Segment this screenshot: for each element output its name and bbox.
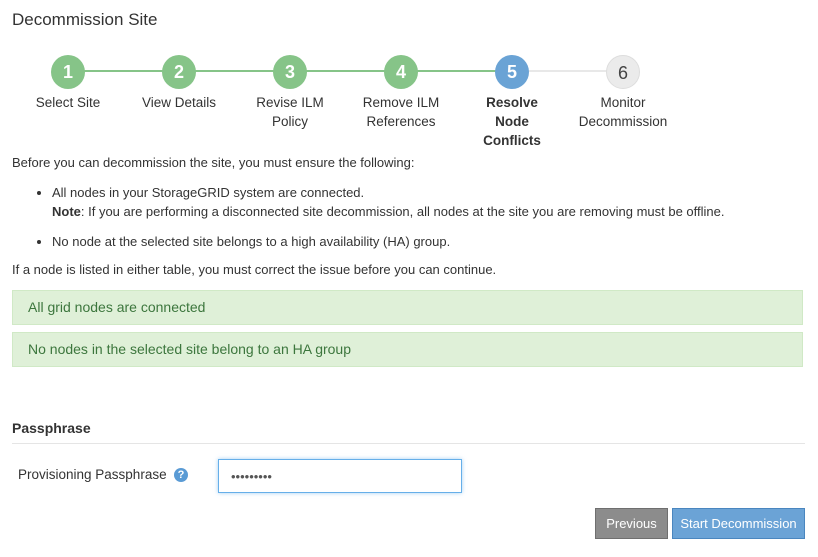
requirements-list: All nodes in your StorageGRID system are… [12, 183, 818, 262]
passphrase-section-title: Passphrase [12, 420, 805, 444]
note-text: : If you are performing a disconnected s… [80, 204, 725, 219]
requirement-item: All nodes in your StorageGRID system are… [52, 183, 818, 221]
help-icon[interactable]: ? [174, 468, 188, 482]
step-label: Revise ILM Policy [256, 95, 324, 129]
instruction-text: If a node is listed in either table, you… [12, 262, 497, 277]
step-circle: 5 [495, 55, 529, 89]
passphrase-input[interactable] [218, 459, 462, 493]
step-circle: 4 [384, 55, 418, 89]
note-label: Note [52, 204, 81, 219]
step-label: Monitor Decommission [578, 95, 668, 129]
alert-nodes-connected: All grid nodes are connected [12, 290, 803, 325]
step-6: 6 Monitor Decommission [563, 55, 683, 131]
step-circle: 3 [273, 55, 307, 89]
step-circle: 1 [51, 55, 85, 89]
wizard-stepper: 1 Select Site 2 View Details 3 Revise IL… [0, 55, 818, 155]
step-2[interactable]: 2 View Details [119, 55, 239, 112]
step-circle: 6 [606, 55, 640, 89]
passphrase-label: Provisioning Passphrase [18, 467, 167, 482]
step-4[interactable]: 4 Remove ILM References [341, 55, 461, 131]
step-label: View Details [141, 95, 217, 110]
alert-no-ha-group: No nodes in the selected site belong to … [12, 332, 803, 367]
previous-button[interactable]: Previous [595, 508, 668, 539]
page-title: Decommission Site [12, 10, 158, 29]
step-label: Resolve Node Conflicts [483, 95, 541, 148]
requirement-item: No node at the selected site belongs to … [52, 232, 818, 251]
step-5: 5 Resolve Node Conflicts [452, 55, 572, 150]
intro-text: Before you can decommission the site, yo… [12, 155, 415, 170]
step-label: Select Site [35, 95, 101, 110]
start-decommission-button[interactable]: Start Decommission [672, 508, 805, 539]
step-1[interactable]: 1 Select Site [8, 55, 128, 112]
step-circle: 2 [162, 55, 196, 89]
step-3[interactable]: 3 Revise ILM Policy [230, 55, 350, 131]
step-label: Remove ILM References [362, 95, 440, 129]
